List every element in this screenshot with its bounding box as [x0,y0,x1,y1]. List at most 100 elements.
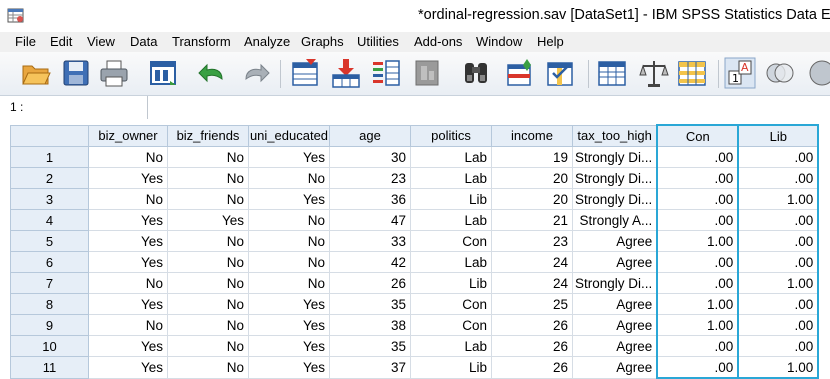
data-cell[interactable]: .00 [656,209,740,231]
data-cell[interactable]: Agree [572,230,658,252]
data-cell[interactable]: .00 [737,167,820,189]
row-header[interactable]: 6 [10,251,89,273]
weight-cases-icon[interactable] [638,57,670,89]
data-cell[interactable]: Strongly Di... [572,188,658,210]
data-cell[interactable]: Lab [410,146,492,168]
goto-variable-icon[interactable] [330,57,362,89]
insert-cases-icon[interactable] [505,57,537,89]
data-cell[interactable]: .00 [737,251,820,273]
data-cell[interactable]: 26 [491,335,573,357]
data-cell[interactable]: Yes [88,251,168,273]
menu-help[interactable]: Help [537,34,564,49]
data-cell[interactable]: No [248,251,330,273]
data-cell[interactable]: 38 [329,314,411,336]
data-cell[interactable]: No [88,188,168,210]
data-cell[interactable]: .00 [737,293,820,315]
data-cell[interactable]: .00 [656,356,740,379]
data-cell[interactable]: Con [410,293,492,315]
data-cell[interactable]: Yes [248,335,330,357]
data-cell[interactable]: Agree [572,356,658,379]
run-descriptives-icon[interactable] [412,57,444,89]
row-header[interactable]: 3 [10,188,89,210]
column-header[interactable]: Lib [737,124,820,147]
data-cell[interactable]: No [248,272,330,294]
data-cell[interactable]: 23 [491,230,573,252]
data-cell[interactable]: No [167,251,249,273]
save-icon[interactable] [60,57,92,89]
value-labels-icon[interactable]: 1 A [724,57,756,89]
menu-window[interactable]: Window [476,34,522,49]
data-cell[interactable]: Yes [88,167,168,189]
column-header[interactable]: income [491,124,573,147]
data-cell[interactable]: 1.00 [656,230,740,252]
data-cell[interactable]: No [167,293,249,315]
data-cell[interactable]: .00 [737,314,820,336]
recall-dialog-icon[interactable] [148,57,180,89]
menu-transform[interactable]: Transform [172,34,231,49]
split-file-icon[interactable] [596,57,628,89]
data-cell[interactable]: Yes [248,314,330,336]
row-header[interactable]: 5 [10,230,89,252]
data-cell[interactable]: .00 [656,251,740,273]
data-cell[interactable]: No [167,335,249,357]
data-cell[interactable]: 19 [491,146,573,168]
data-cell[interactable]: Lib [410,356,492,379]
data-cell[interactable]: Strongly A... [572,209,658,231]
data-cell[interactable]: Agree [572,293,658,315]
data-cell[interactable]: 25 [491,293,573,315]
data-cell[interactable]: 24 [491,251,573,273]
data-cell[interactable]: Yes [88,356,168,379]
menu-data[interactable]: Data [130,34,157,49]
data-cell[interactable]: .00 [737,146,820,168]
data-cell[interactable]: .00 [656,335,740,357]
data-cell[interactable]: 26 [329,272,411,294]
data-cell[interactable]: Yes [248,293,330,315]
data-cell[interactable]: Yes [88,335,168,357]
goto-case-icon[interactable] [290,57,322,89]
data-cell[interactable]: 35 [329,293,411,315]
row-header[interactable]: 10 [10,335,89,357]
row-header[interactable]: 9 [10,314,89,336]
open-folder-icon[interactable] [20,57,52,89]
data-cell[interactable]: 24 [491,272,573,294]
column-header[interactable]: uni_educated [248,124,330,147]
data-cell[interactable]: Lib [410,188,492,210]
variables-icon[interactable] [370,57,402,89]
data-cell[interactable]: 20 [491,188,573,210]
data-cell[interactable]: No [167,314,249,336]
data-cell[interactable]: 36 [329,188,411,210]
data-cell[interactable]: Yes [248,356,330,379]
data-cell[interactable]: No [167,356,249,379]
data-cell[interactable]: Lib [410,272,492,294]
data-cell[interactable]: 1.00 [737,356,820,379]
data-cell[interactable]: .00 [656,146,740,168]
row-header[interactable]: 7 [10,272,89,294]
data-cell[interactable]: Agree [572,335,658,357]
data-cell[interactable]: Lab [410,167,492,189]
data-cell[interactable]: Strongly Di... [572,167,658,189]
data-cell[interactable]: No [248,167,330,189]
data-cell[interactable]: No [167,272,249,294]
data-cell[interactable]: .00 [656,188,740,210]
data-cell[interactable]: 21 [491,209,573,231]
row-header[interactable]: 1 [10,146,89,168]
data-cell[interactable]: 47 [329,209,411,231]
row-header[interactable]: 2 [10,167,89,189]
data-cell[interactable]: 30 [329,146,411,168]
data-cell[interactable]: Yes [88,209,168,231]
row-header[interactable]: 11 [10,356,89,379]
cell-value-input[interactable] [150,96,830,119]
select-cases-icon[interactable] [676,57,708,89]
data-cell[interactable]: No [248,209,330,231]
data-cell[interactable]: Lab [410,335,492,357]
data-cell[interactable]: Con [410,314,492,336]
redo-icon[interactable] [240,57,272,89]
data-cell[interactable]: Agree [572,314,658,336]
data-cell[interactable]: 1.00 [656,314,740,336]
data-cell[interactable]: No [167,188,249,210]
data-cell[interactable]: 1.00 [737,272,820,294]
use-sets-icon[interactable] [764,57,796,89]
data-cell[interactable]: 35 [329,335,411,357]
menu-edit[interactable]: Edit [50,34,72,49]
data-cell[interactable]: Lab [410,251,492,273]
